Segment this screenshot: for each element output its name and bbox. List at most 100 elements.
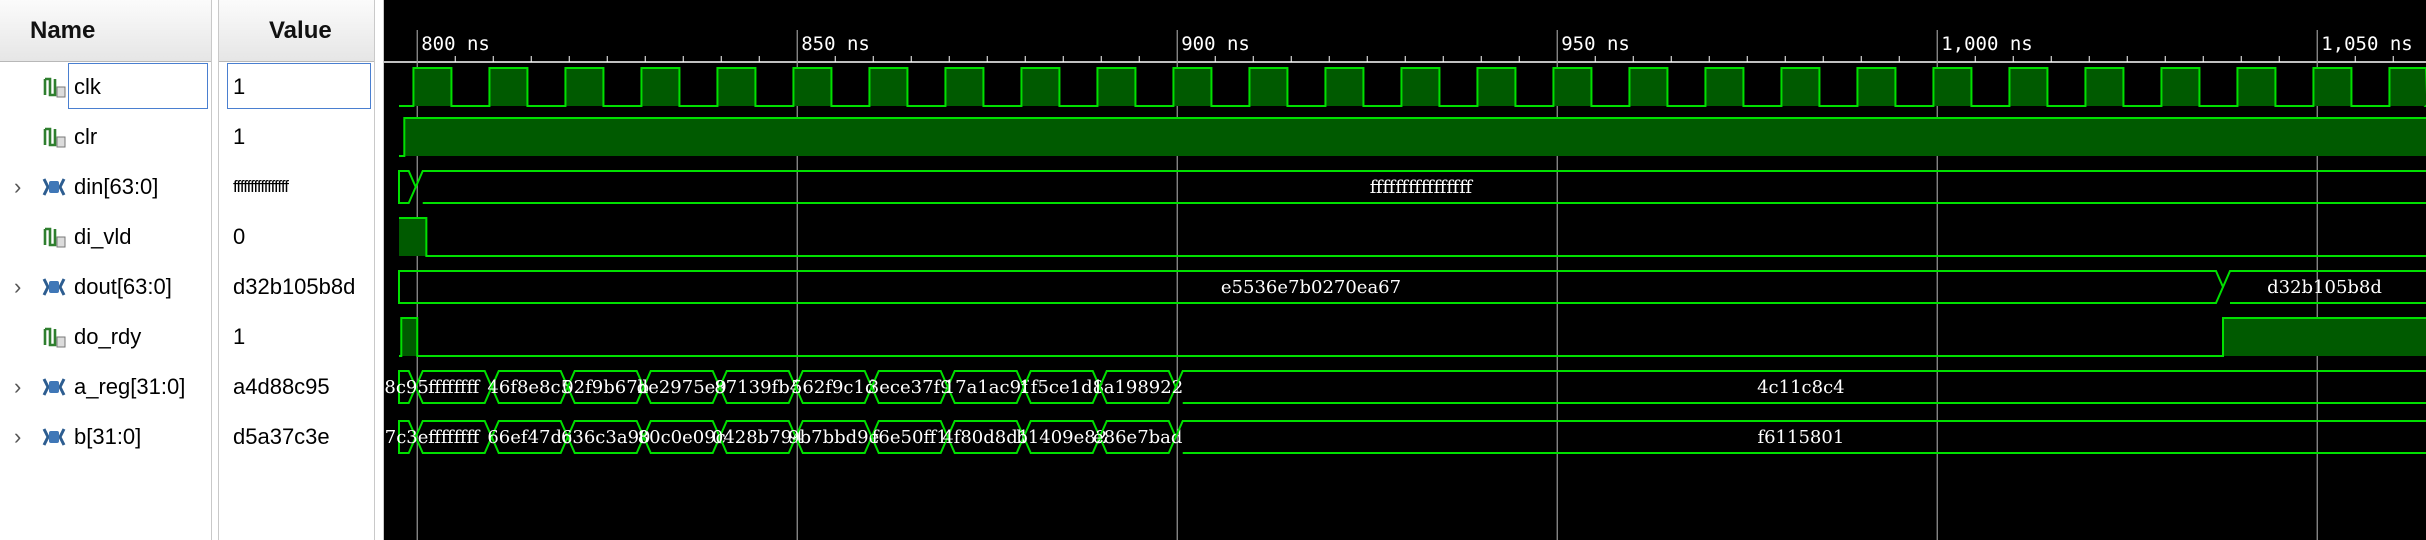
- signal-high-fill: [1781, 68, 1820, 106]
- waveform-canvas[interactable]: 800 ns 850 ns 900 ns 950 ns 1,000 ns 1,050 ns…: [384, 0, 2426, 540]
- time-tick-label: 1,050 ns: [2321, 33, 2413, 55]
- time-tick-label: 950 ns: [1561, 33, 1630, 55]
- signal-high-fill: [489, 68, 528, 106]
- signal-trace: [399, 217, 2426, 257]
- bus-value-label: d5a37c3e: [384, 427, 428, 448]
- bus-value-label: 17a1ac9f: [944, 377, 1029, 398]
- column-splitter[interactable]: [211, 0, 219, 540]
- signal-high-fill: [1021, 68, 1060, 106]
- name-header-label: Name: [30, 16, 96, 44]
- name-column: Name clk clr › din[63:0] di_vld › dout[63:0] do…: [0, 0, 211, 540]
- chevron-right-icon[interactable]: ›: [14, 274, 21, 300]
- chevron-right-icon[interactable]: ›: [14, 374, 21, 400]
- signal-name-row[interactable]: › dout[63:0]: [0, 262, 211, 312]
- signal-high-fill: [399, 218, 427, 256]
- bus-signal-icon: [42, 175, 66, 199]
- signal-high-fill: [717, 68, 756, 106]
- signal-high-fill: [2389, 68, 2426, 106]
- signal-high-fill: [1097, 68, 1136, 106]
- time-tick-label: 900 ns: [1181, 33, 1250, 55]
- time-tick-label: 850 ns: [801, 33, 870, 55]
- signal-name-row[interactable]: clr: [0, 112, 211, 162]
- signal-name: b[31:0]: [74, 424, 142, 449]
- bus-signal-icon: [42, 375, 66, 399]
- bus-value-label: 562f9c1d: [791, 377, 877, 398]
- signal-high-fill: [1477, 68, 1516, 106]
- signal-high-fill: [1857, 68, 1896, 106]
- signal-name: din[63:0]: [74, 174, 159, 199]
- signal-value: 0: [233, 224, 246, 249]
- bus-value-label: 3ece37f9: [868, 377, 952, 398]
- signal-high-fill: [2009, 68, 2048, 106]
- signal-value-row[interactable]: d32b105b8d: [219, 262, 374, 312]
- signal-name-row[interactable]: do_rdy: [0, 312, 211, 362]
- signal-high-fill: [1401, 68, 1440, 106]
- chevron-right-icon[interactable]: ›: [14, 424, 21, 450]
- signal-high-fill: [1629, 68, 1668, 106]
- bit-signal-icon: [42, 125, 66, 149]
- signal-high-fill: [404, 118, 2426, 156]
- signal-name-row[interactable]: clk: [0, 62, 211, 112]
- signal-high-fill: [1325, 68, 1364, 106]
- time-tick-label: 1,000 ns: [1941, 33, 2033, 55]
- signal-name-row[interactable]: › din[63:0]: [0, 162, 211, 212]
- signal-value-row[interactable]: 0: [219, 212, 374, 262]
- signal-high-fill: [869, 68, 908, 106]
- signal-high-fill: [2313, 68, 2352, 106]
- signal-value-row[interactable]: 1: [219, 62, 374, 112]
- signal-value-row[interactable]: 1: [219, 312, 374, 362]
- signal-high-fill: [2161, 68, 2200, 106]
- signal-value: d5a37c3e: [233, 424, 330, 449]
- signal-high-fill: [413, 68, 452, 106]
- signal-value-row[interactable]: ffffffffffffffff: [219, 162, 374, 212]
- signal-name: do_rdy: [74, 324, 142, 349]
- column-splitter[interactable]: [374, 0, 384, 540]
- signal-name-row[interactable]: › b[31:0]: [0, 412, 211, 462]
- signal-value: a4d88c95: [233, 374, 330, 399]
- bit-signal-icon: [42, 75, 66, 99]
- signal-high-fill: [2085, 68, 2124, 106]
- bus-value-label: e86e7bad: [1093, 427, 1182, 448]
- signal-name-row[interactable]: di_vld: [0, 212, 211, 262]
- signal-value: 1: [233, 124, 246, 149]
- signal-value: 1: [233, 324, 246, 349]
- selection-outline: [68, 63, 208, 109]
- bus-value-label: ffffffff: [428, 427, 480, 448]
- bus-segment: [398, 170, 417, 204]
- signal-trace: [399, 317, 2426, 357]
- signal-high-fill: [793, 68, 832, 106]
- bus-value-label: 4c11c8c4: [1757, 377, 1845, 398]
- chevron-right-icon[interactable]: ›: [14, 174, 21, 200]
- bus-value-label: a4d88c95: [384, 377, 429, 398]
- signal-value: ffffffffffffffff: [233, 177, 289, 196]
- signal-high-fill: [565, 68, 604, 106]
- value-header-label: Value: [269, 16, 332, 44]
- bus-value-label: de2975e9: [637, 377, 727, 398]
- bus-value-label: 87139fb4: [714, 377, 801, 398]
- signal-value: d32b105b8d: [233, 274, 356, 299]
- signal-high-fill: [2237, 68, 2276, 106]
- signal-high-fill: [945, 68, 984, 106]
- signal-high-fill: [401, 318, 418, 356]
- signal-value-row[interactable]: a4d88c95: [219, 362, 374, 412]
- bit-signal-icon: [42, 325, 66, 349]
- bus-value-label: d32b105b8d: [2267, 277, 2382, 298]
- signal-high-fill: [1933, 68, 1972, 106]
- bus-value-label: ffffffffffffffff: [1370, 177, 1474, 198]
- name-column-header[interactable]: Name: [0, 0, 211, 62]
- value-column-header[interactable]: Value: [219, 0, 374, 62]
- signal-name: dout[63:0]: [74, 274, 172, 299]
- bus-signal-icon: [42, 425, 66, 449]
- signal-name-row[interactable]: › a_reg[31:0]: [0, 362, 211, 412]
- time-tick-label: 800 ns: [421, 33, 490, 55]
- value-column: Value 1 1 ffffffffffffffff 0 d32b105b8d 1 a4d8…: [219, 0, 374, 540]
- signal-value-row[interactable]: d5a37c3e: [219, 412, 374, 462]
- signal-high-fill: [1553, 68, 1592, 106]
- signal-name: a_reg[31:0]: [74, 374, 186, 399]
- bus-signal-icon: [42, 275, 66, 299]
- signal-value-row[interactable]: 1: [219, 112, 374, 162]
- bus-value-label: f6e50ff1: [872, 427, 948, 448]
- bit-signal-icon: [42, 225, 66, 249]
- bus-value-label: 66ef47dc: [487, 427, 572, 448]
- signal-high-fill: [1705, 68, 1744, 106]
